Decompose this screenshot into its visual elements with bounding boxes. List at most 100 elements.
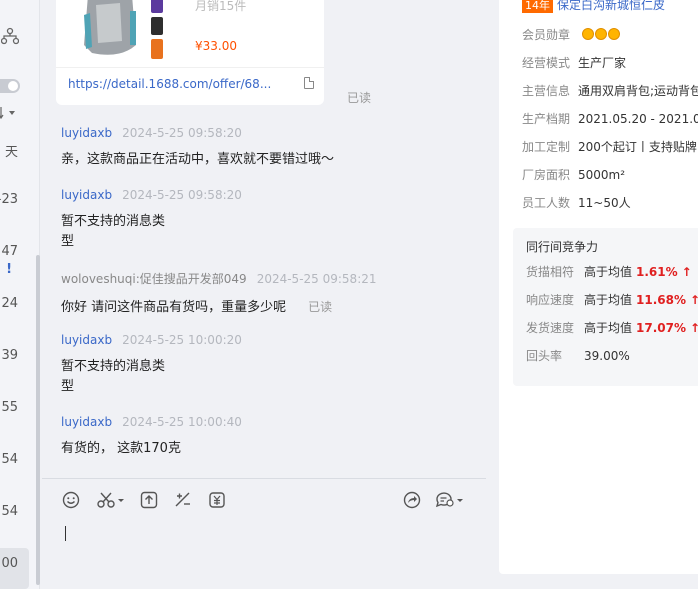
info-label: 会员勋章 (522, 28, 571, 42)
compete-pct: 1.61% (636, 265, 678, 279)
compete-value: 高于均值 (584, 321, 633, 335)
read-status: 已读 (347, 91, 372, 105)
compete-label: 发货速度 (526, 321, 575, 335)
chat-panel: 月销15件 ¥33.00 https://detail.1688.com/off… (42, 0, 527, 589)
info-label: 生产档期 (522, 112, 571, 126)
sort-down-icon[interactable] (0, 106, 20, 120)
arrow-up-icon: ↑ (690, 321, 698, 335)
read-status: 已读 (308, 300, 333, 314)
medal-icons (581, 28, 621, 43)
message-sender[interactable]: luyidaxb (61, 188, 112, 202)
compete-row: 回头率 39.00% (526, 347, 630, 364)
compete-label: 响应速度 (526, 293, 575, 307)
message-text: 亲，这款商品正在活动中，喜欢就不要错过哦～ (61, 152, 335, 167)
emoji-icon[interactable] (62, 491, 80, 509)
message-time: 2024-5-25 10:00:40 (122, 415, 242, 429)
product-link-bar: https://detail.1688.com/offer/68... (56, 67, 324, 101)
info-label: 加工定制 (522, 140, 571, 154)
list-item-time: :55 (0, 400, 18, 415)
message-sender[interactable]: luyidaxb (61, 415, 112, 429)
arrow-up-icon: ↑ (681, 265, 692, 279)
medal-icon (581, 28, 594, 40)
list-item-time: :54 (0, 504, 18, 519)
product-link[interactable]: https://detail.1688.com/offer/68... (68, 77, 271, 91)
compete-label: 回头率 (526, 349, 563, 363)
message-item: woloveshuqi:促佳搜品开发部049 2024-5-25 09:58:21… (61, 270, 377, 318)
info-row: 员工人数 11~50人 (522, 194, 631, 211)
message-time: 2024-5-25 09:58:20 (122, 126, 242, 140)
message-composer[interactable] (42, 478, 486, 589)
info-label: 经营模式 (522, 56, 571, 70)
arrow-up-icon: ↑ (690, 293, 698, 307)
message-item: luyidaxb 2024-5-25 09:58:20 亲，这款商品正在活动中，喜… (61, 126, 334, 170)
compete-value: 高于均值 (584, 265, 633, 279)
product-card[interactable]: 月销15件 ¥33.00 https://detail.1688.com/off… (56, 0, 324, 105)
compete-label: 货描相符 (526, 265, 575, 279)
document-icon[interactable] (304, 77, 314, 89)
message-item: luyidaxb 2024-5-25 10:00:40 有货的， 这款170克 (61, 415, 242, 459)
seller-header: 14年 保定白沟新城恒仁皮 (522, 0, 665, 13)
list-item-time: :39 (0, 348, 18, 363)
list-item-time: :24 (0, 296, 18, 311)
share-icon[interactable] (403, 491, 421, 509)
list-item-time: :00 (0, 556, 18, 571)
info-value: 通用双肩背包;运动背包 (578, 84, 698, 98)
list-item-time: :54 (0, 452, 18, 467)
compete-value: 高于均值 (584, 293, 633, 307)
message-item: luyidaxb 2024-5-25 10:00:20 暂不支持的消息类型 (61, 333, 242, 397)
years-badge: 14年 (522, 0, 553, 13)
message-text: 暂不支持的消息类 (61, 359, 166, 374)
compete-row: 响应速度 高于均值 11.68% ↑ (526, 291, 698, 308)
info-row-medal: 会员勋章 (522, 26, 621, 43)
competitiveness-card: 同行间竞争力 货描相符 高于均值 1.61% ↑ 响应速度 高于均值 11.68% ↑ 发货… (513, 228, 698, 386)
info-value: 5000m² (578, 168, 626, 182)
seller-info-panel: 14年 保定白沟新城恒仁皮 会员勋章 经营模式 生产厂家 主营信息 通用双肩背包;运动… (499, 0, 698, 574)
message-sender[interactable]: luyidaxb (61, 126, 112, 140)
compete-row: 发货速度 高于均值 17.07% ↑ (526, 319, 698, 336)
list-item-time: :47 (0, 244, 18, 259)
info-row: 生产档期 2021.05.20 - 2021.05 (522, 110, 698, 127)
quick-reply-icon[interactable] (435, 491, 465, 509)
info-row: 经营模式 生产厂家 (522, 54, 626, 71)
message-list: 月销15件 ¥33.00 https://detail.1688.com/off… (42, 0, 486, 470)
info-row: 主营信息 通用双肩背包;运动背包 (522, 82, 698, 99)
seller-name[interactable]: 保定白沟新城恒仁皮 (557, 0, 665, 12)
upload-icon[interactable] (140, 491, 158, 509)
info-row: 加工定制 200个起订丨支持贴牌 (522, 138, 697, 155)
org-chart-icon[interactable] (1, 27, 19, 45)
medal-icon (594, 28, 607, 40)
message-text: 有货的， 这款170克 (61, 441, 181, 456)
message-sender[interactable]: luyidaxb (61, 333, 112, 347)
formula-icon[interactable] (174, 491, 192, 509)
competitiveness-title: 同行间竞争力 (526, 240, 599, 254)
message-sender[interactable]: woloveshuqi:促佳搜品开发部049 (61, 272, 247, 286)
info-value: 生产厂家 (578, 56, 627, 70)
info-value: 2021.05.20 - 2021.05 (578, 112, 698, 126)
compete-value: 39.00% (584, 349, 630, 363)
info-value: 11~50人 (578, 196, 631, 210)
message-time: 2024-5-25 10:00:20 (122, 333, 242, 347)
info-label: 厂房面积 (522, 168, 571, 182)
text-cursor (65, 526, 66, 541)
message-text: 型 (61, 379, 75, 394)
compete-pct: 17.07% (636, 321, 686, 335)
product-sales: 月销15件 (195, 0, 247, 13)
info-row: 厂房面积 5000m² (522, 166, 625, 183)
product-image (84, 0, 163, 59)
message-text: 你好 请问这件商品有货吗，重量多少呢 (61, 300, 287, 315)
list-scrollbar[interactable] (36, 255, 40, 585)
compete-row: 货描相符 高于均值 1.61% ↑ (526, 263, 692, 280)
compete-pct: 11.68% (636, 293, 686, 307)
medal-icon (607, 28, 620, 40)
message-item: luyidaxb 2024-5-25 09:58:20 暂不支持的消息类型 (61, 188, 242, 252)
list-item-time: 天 (4, 145, 18, 160)
message-text: 型 (61, 234, 75, 249)
scissors-icon[interactable] (96, 491, 126, 509)
list-item-time: -23 (0, 192, 18, 207)
message-text: 暂不支持的消息类 (61, 214, 166, 229)
info-label: 员工人数 (522, 196, 571, 210)
info-value: 200个起订丨支持贴牌 (578, 140, 697, 154)
price-tag-icon[interactable] (208, 491, 226, 509)
toggle-switch[interactable] (0, 79, 20, 93)
alert-icon: ! (6, 262, 12, 277)
